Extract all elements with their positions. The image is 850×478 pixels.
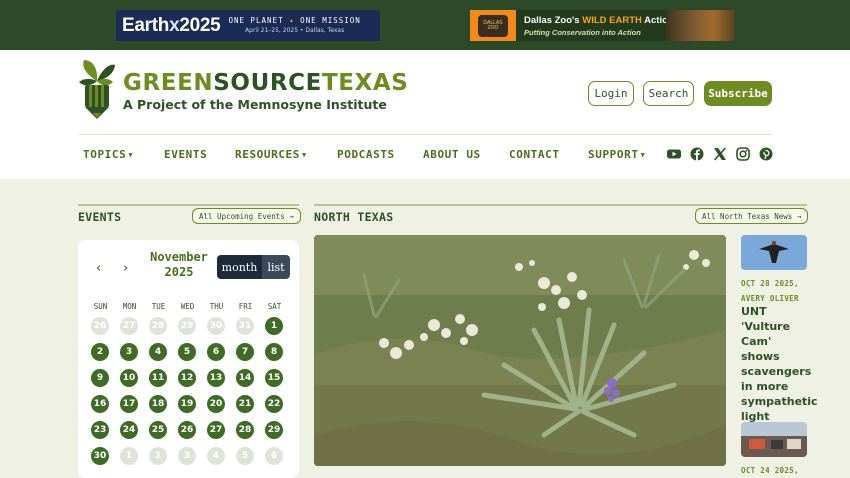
- chevron-down-icon: ▼: [640, 151, 646, 159]
- calendar-day-other-month[interactable]: 30: [207, 317, 225, 335]
- earthx-details: April 21–25, 2025 • Dallas, Texas: [245, 26, 345, 34]
- calendar-day[interactable]: 19: [178, 395, 196, 413]
- calendar-day[interactable]: 23: [91, 421, 109, 439]
- calendar-day[interactable]: 20: [207, 395, 225, 413]
- story-thumbnail-building[interactable]: [741, 422, 807, 457]
- calendar-day[interactable]: 6: [207, 343, 225, 361]
- calendar-day[interactable]: 18: [149, 395, 167, 413]
- calendar-day[interactable]: 22: [265, 395, 283, 413]
- featured-story-image[interactable]: [314, 235, 726, 466]
- calendar-day[interactable]: 15: [265, 369, 283, 387]
- chevron-down-icon: ▼: [128, 151, 134, 159]
- calendar-day[interactable]: 30: [91, 447, 109, 465]
- calendar-day-other-month[interactable]: 3: [178, 447, 196, 465]
- nav-support[interactable]: SUPPORT ▼: [588, 148, 645, 161]
- nav-topics[interactable]: TOPICS ▼: [83, 148, 133, 161]
- star-icon: ✦: [289, 15, 295, 25]
- calendar-day-other-month[interactable]: 6: [265, 447, 283, 465]
- zoo-ad-animal-photo: [666, 10, 734, 41]
- calendar-month-title: November 2025: [150, 250, 208, 279]
- calendar-day[interactable]: 4: [149, 343, 167, 361]
- calendar-day-other-month[interactable]: 29: [178, 317, 196, 335]
- calendar-day[interactable]: 28: [236, 421, 254, 439]
- next-month-button[interactable]: ›: [123, 261, 128, 276]
- calendar-day-other-month[interactable]: 27: [120, 317, 138, 335]
- list-view-button[interactable]: list: [262, 255, 290, 279]
- x-icon[interactable]: [713, 147, 727, 161]
- calendar-day[interactable]: 16: [91, 395, 109, 413]
- weekday-label: SAT: [267, 302, 282, 311]
- story-author[interactable]: AVERY OLIVER: [741, 294, 799, 303]
- story-date: OCT 28 2025,: [741, 279, 799, 288]
- calendar-day-other-month[interactable]: 2: [149, 447, 167, 465]
- calendar-day[interactable]: 11: [149, 369, 167, 387]
- events-calendar: ‹ › November 2025 month list SUN MON TUE WE…: [78, 240, 299, 478]
- month-view-button[interactable]: month: [217, 255, 262, 279]
- calendar-day-other-month[interactable]: 28: [149, 317, 167, 335]
- calendar-day[interactable]: 1: [265, 317, 283, 335]
- calendar-day[interactable]: 29: [265, 421, 283, 439]
- calendar-day[interactable]: 13: [207, 369, 225, 387]
- calendar-day-other-month[interactable]: 31: [236, 317, 254, 335]
- story-date: OCT 24 2025,: [741, 466, 799, 475]
- youtube-icon[interactable]: [667, 147, 681, 161]
- dallas-zoo-ad[interactable]: DALLAS ZOO Dallas Zoo's WILD EARTH Actio…: [470, 10, 734, 41]
- calendar-day-other-month[interactable]: 26: [91, 317, 109, 335]
- dallas-zoo-logo: DALLAS ZOO: [470, 10, 516, 41]
- weekday-label: TUE: [151, 302, 166, 311]
- weekday-label: WED: [180, 302, 195, 311]
- nav-podcasts[interactable]: PODCASTS: [337, 148, 395, 161]
- weekday-label: SUN: [93, 302, 108, 311]
- north-texas-heading: NORTH TEXAS: [314, 210, 394, 224]
- weekday-label: MON: [122, 302, 137, 311]
- header-divider: [78, 134, 772, 135]
- search-button[interactable]: Search: [643, 81, 694, 106]
- subscribe-button[interactable]: Subscribe: [704, 81, 772, 106]
- calendar-day[interactable]: 8: [265, 343, 283, 361]
- calendar-day[interactable]: 2: [91, 343, 109, 361]
- story-thumbnail-vulture[interactable]: [741, 235, 807, 270]
- calendar-day[interactable]: 27: [207, 421, 225, 439]
- calendar-day[interactable]: 26: [178, 421, 196, 439]
- calendar-day[interactable]: 5: [178, 343, 196, 361]
- weekday-label: FRI: [238, 302, 253, 311]
- login-button[interactable]: Login: [588, 81, 634, 106]
- ad-banner-bar: Earthx2025 ONE PLANET ✦ ONE MISSION Apri…: [0, 0, 850, 50]
- calendar-day[interactable]: 24: [120, 421, 138, 439]
- events-heading: EVENTS: [78, 210, 122, 224]
- story-headline[interactable]: UNT 'Vulture Cam' shows scavengers in mo…: [741, 304, 818, 424]
- facebook-icon[interactable]: [690, 147, 704, 161]
- earthx-ad[interactable]: Earthx2025 ONE PLANET ✦ ONE MISSION Apri…: [116, 10, 380, 41]
- site-name[interactable]: GREENSOURCETEXAS: [123, 70, 408, 96]
- calendar-day[interactable]: 12: [178, 369, 196, 387]
- prev-month-button[interactable]: ‹: [96, 261, 101, 276]
- earthx-brand: Earthx2025: [122, 14, 221, 36]
- nav-contact[interactable]: CONTACT: [509, 148, 560, 161]
- calendar-day[interactable]: 25: [149, 421, 167, 439]
- all-upcoming-events-link[interactable]: All Upcoming Events →: [192, 208, 301, 224]
- calendar-day[interactable]: 3: [120, 343, 138, 361]
- site-logo-icon[interactable]: [78, 57, 116, 120]
- calendar-day-other-month[interactable]: 4: [207, 447, 225, 465]
- events-section-rule: [78, 204, 299, 206]
- nav-resources[interactable]: RESOURCES ▼: [235, 148, 307, 161]
- weekday-label: THU: [209, 302, 224, 311]
- all-north-texas-news-link[interactable]: All North Texas News →: [695, 208, 809, 224]
- calendar-day-other-month[interactable]: 1: [120, 447, 138, 465]
- earthx-motto: ONE PLANET ✦ ONE MISSION: [228, 15, 361, 25]
- nav-events[interactable]: EVENTS: [164, 148, 207, 161]
- calendar-day-other-month[interactable]: 5: [236, 447, 254, 465]
- calendar-day[interactable]: 7: [236, 343, 254, 361]
- pinterest-icon[interactable]: [759, 147, 773, 161]
- calendar-day[interactable]: 21: [236, 395, 254, 413]
- calendar-day[interactable]: 9: [91, 369, 109, 387]
- site-tagline: A Project of the Memnosyne Institute: [123, 97, 387, 112]
- north-texas-section-rule: [314, 204, 807, 206]
- instagram-icon[interactable]: [736, 147, 750, 161]
- calendar-day[interactable]: 17: [120, 395, 138, 413]
- nav-about-us[interactable]: ABOUT US: [423, 148, 481, 161]
- chevron-down-icon: ▼: [302, 151, 307, 159]
- calendar-day[interactable]: 14: [236, 369, 254, 387]
- calendar-day[interactable]: 10: [120, 369, 138, 387]
